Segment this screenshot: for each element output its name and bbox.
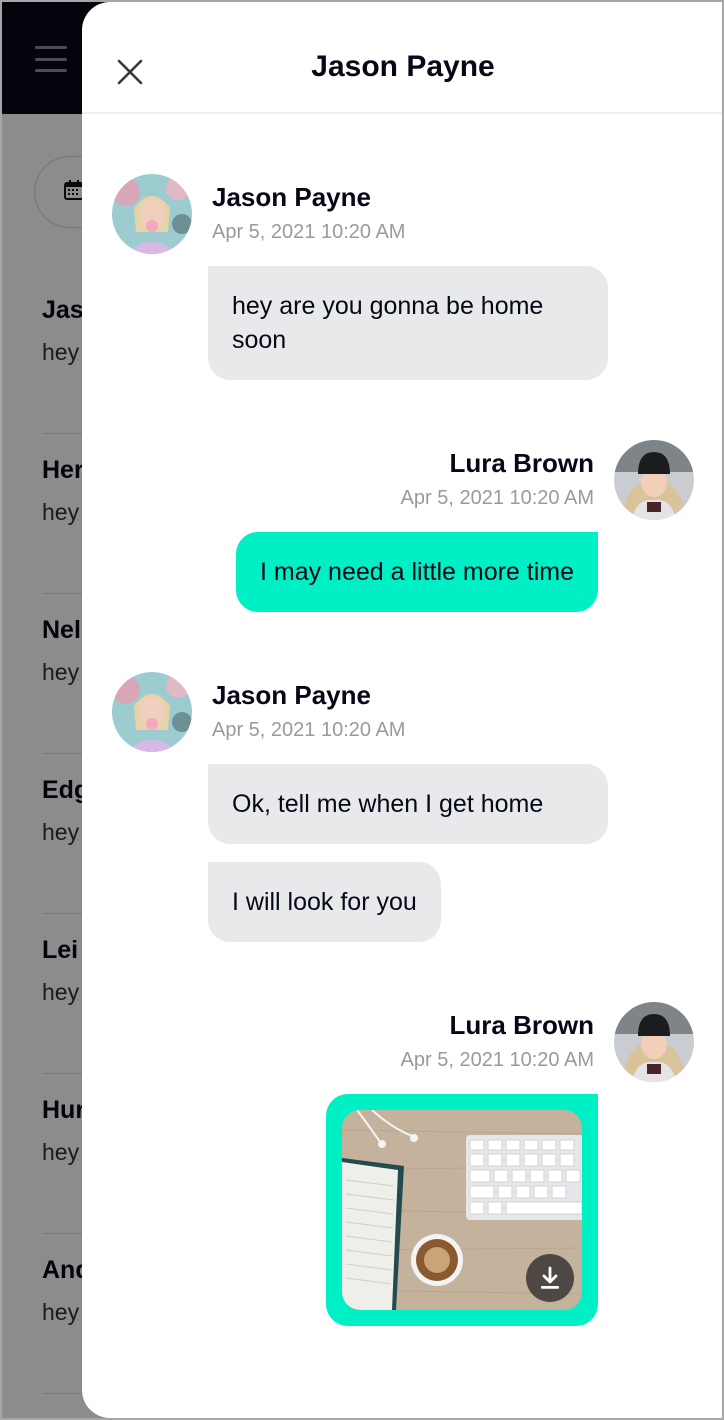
image-attachment-bubble: [326, 1094, 598, 1326]
message-meta: Lura Brown Apr 5, 2021 10:20 AM: [401, 448, 594, 510]
message-group-outgoing: Lura Brown Apr 5, 2021 10:20 AM: [134, 1002, 694, 1332]
message-bubble: hey are you gonna be home soon: [208, 266, 608, 380]
avatar-image: [614, 440, 694, 520]
avatar-image: [112, 174, 192, 254]
message-bubble: Ok, tell me when I get home: [208, 764, 608, 844]
sender-name: Lura Brown: [449, 1010, 594, 1040]
sender-name: Lura Brown: [449, 448, 594, 478]
message-timestamp: Apr 5, 2021 10:20 AM: [400, 487, 594, 509]
message-meta: Lura Brown Apr 5, 2021 10:20 AM: [401, 1010, 594, 1072]
message-bubble: I will look for you: [208, 862, 441, 942]
avatar-jason-payne[interactable]: [112, 672, 192, 752]
chat-header: Jason Payne: [82, 2, 722, 114]
avatar-lura-brown[interactable]: [614, 440, 694, 520]
avatar-lura-brown[interactable]: [614, 1002, 694, 1082]
sender-name: Jason Payne: [212, 182, 371, 212]
chat-panel: Jason Payne Jason Payne Apr 5, 2021 10:2…: [82, 2, 722, 1418]
app-frame: Jas hey Her hey Nel hey Edg hey Lei hey Hur he…: [2, 2, 722, 1418]
message-meta: Jason Payne Apr 5, 2021 10:20 AM: [212, 182, 405, 244]
message-group-outgoing: Lura Brown Apr 5, 2021 10:20 AM I may ne…: [134, 440, 694, 620]
sender-name: Jason Payne: [212, 680, 371, 710]
message-timestamp: Apr 5, 2021 10:20 AM: [212, 719, 406, 741]
message-timestamp: Apr 5, 2021 10:20 AM: [400, 1049, 594, 1071]
avatar-image: [112, 672, 192, 752]
attachment-image[interactable]: [342, 1110, 582, 1310]
message-timestamp: Apr 5, 2021 10:20 AM: [212, 221, 406, 243]
chat-title: Jason Payne: [311, 50, 495, 83]
message-bubble: I may need a little more time: [235, 532, 598, 612]
message-group-incoming: Jason Payne Apr 5, 2021 10:20 AM hey are…: [112, 174, 672, 384]
avatar-jason-payne[interactable]: [112, 174, 192, 254]
download-icon: [541, 1266, 559, 1289]
download-button[interactable]: [526, 1254, 574, 1302]
message-group-incoming: Jason Payne Apr 5, 2021 10:20 AM Ok, tel…: [112, 672, 672, 952]
avatar-image: [614, 1002, 694, 1082]
message-meta: Jason Payne Apr 5, 2021 10:20 AM: [212, 680, 405, 742]
